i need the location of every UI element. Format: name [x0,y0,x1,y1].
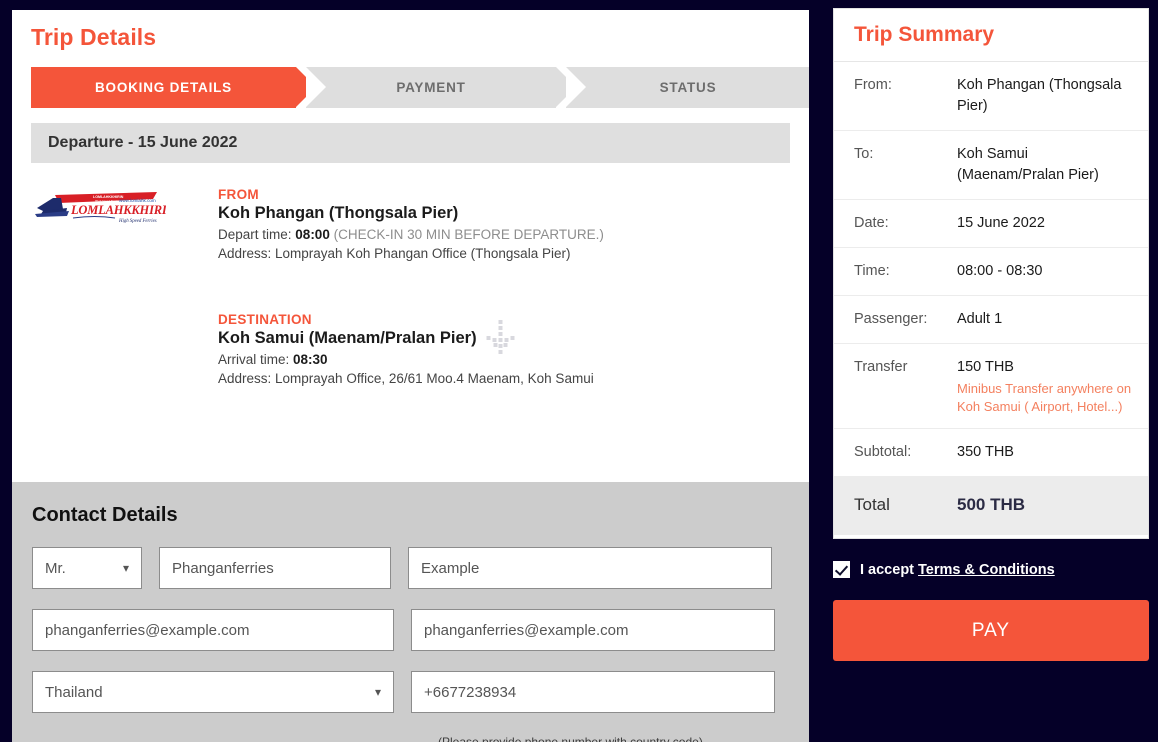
summary-value-subtotal: 350 THB [957,444,1014,461]
operator-logo: LOMLAHKKHIRIN LOMLAHKKHIRIN High Speed F… [33,187,218,261]
summary-row-from: From: Koh Phangan (Thongsala Pier) [834,62,1148,132]
trip-leg-destination: DESTINATION Koh Samui (Maenam/Pralan Pie… [33,312,790,386]
form-row-name: Mr. ▾ Phanganferries Example [32,547,789,589]
title-select[interactable]: Mr. ▾ [32,547,142,589]
destination-logo-placeholder [33,312,218,386]
step-booking-details-label: BOOKING DETAILS [94,80,232,95]
trip-leg-from: LOMLAHKKHIRIN LOMLAHKKHIRIN High Speed F… [33,187,790,261]
country-select[interactable]: Thailand ▾ [32,671,394,713]
email-confirm-value: phanganferries@example.com [424,621,629,639]
contact-details-section: Contact Details Mr. ▾ Phanganferries Exa… [12,482,809,742]
phone-value: +6677238934 [424,683,517,701]
accept-terms-checkbox[interactable] [833,561,850,578]
summary-row-transfer: Transfer 150 THB Minibus Transfer anywhe… [834,344,1148,430]
trip-summary-card: Trip Summary From: Koh Phangan (Thongsal… [833,8,1149,539]
form-row-email: phanganferries@example.com phanganferrie… [32,609,789,651]
first-name-input[interactable]: Phanganferries [159,547,391,589]
form-row-country-phone: Thailand ▾ +6677238934 [32,671,789,713]
phone-helper-text: (Please provide phone number with countr… [438,735,703,742]
summary-label-time: Time: [854,263,890,280]
accept-terms-text: I accept [860,561,914,578]
summary-value-date: 15 June 2022 [957,215,1045,232]
chevron-down-icon: ▾ [374,685,381,699]
summary-value-total: 500 THB [957,495,1026,515]
step-status-label: STATUS [659,80,717,95]
leg-time-value-from: 08:00 [295,227,330,242]
svg-text:High Speed Ferries: High Speed Ferries [94,199,121,203]
summary-row-subtotal: Subtotal: 350 THB [834,429,1148,478]
email-input[interactable]: phanganferries@example.com [32,609,394,651]
summary-value-passenger: Adult 1 [957,311,1003,328]
summary-label-passenger: Passenger: [854,311,928,328]
step-payment[interactable]: PAYMENT [306,67,576,108]
country-select-value: Thailand [45,683,103,701]
trip-summary-title: Trip Summary [854,23,995,46]
leg-time-label-destination: Arrival time: [218,352,290,367]
summary-row-to: To: Koh Samui (Maenam/Pralan Pier) [834,131,1148,201]
trip-details-card: Trip Details BOOKING DETAILS PAYMENT STA… [12,10,809,742]
leg-time-note-from: (CHECK-IN 30 MIN BEFORE DEPARTURE.) [333,227,604,242]
chevron-notch-icon [566,67,586,107]
pay-button[interactable]: PAY [833,600,1149,661]
summary-row-passenger: Passenger: Adult 1 [834,296,1148,345]
step-payment-label: PAYMENT [396,80,466,95]
last-name-input[interactable]: Example [408,547,772,589]
summary-value-to: Koh Samui (Maenam/Pralan Pier) [957,146,1099,184]
step-status[interactable]: STATUS [566,67,809,108]
departure-bar: Departure - 15 June 2022 [31,123,790,163]
first-name-value: Phanganferries [172,559,274,577]
page-title: Trip Details [31,24,157,50]
contact-details-title: Contact Details [32,504,178,526]
email-value: phanganferries@example.com [45,621,250,639]
summary-label-total: Total [854,495,890,515]
progress-steps: BOOKING DETAILS PAYMENT STATUS [31,67,809,108]
summary-value-from: Koh Phangan (Thongsala Pier) [957,77,1122,115]
departure-bar-label: Departure - 15 June 2022 [48,134,238,151]
leg-time-from: Depart time: 08:00 (CHECK-IN 30 MIN BEFO… [218,227,790,242]
step-booking-details[interactable]: BOOKING DETAILS [31,67,316,108]
checkout-page: Trip Details BOOKING DETAILS PAYMENT STA… [0,0,1158,742]
summary-label-to: To: [854,146,874,163]
leg-time-value-destination: 08:30 [293,352,328,367]
summary-value-time: 08:00 - 08:30 [957,263,1043,280]
summary-row-date: Date: 15 June 2022 [834,200,1148,249]
summary-label-date: Date: [854,215,889,232]
summary-row-time: Time: 08:00 - 08:30 [834,248,1148,297]
svg-text:High Speed Ferries: High Speed Ferries [118,219,157,224]
summary-transfer-note: Minibus Transfer anywhere on Koh Samui (… [957,381,1132,414]
lomlahkkhirin-logo-icon: LOMLAHKKHIRIN LOMLAHKKHIRIN High Speed F… [33,189,177,225]
last-name-value: Example [421,559,480,577]
trip-legs: LOMLAHKKHIRIN LOMLAHKKHIRIN High Speed F… [31,187,790,386]
leg-kicker-from: FROM [218,187,259,202]
terms-and-conditions-link[interactable]: Terms & Conditions [918,562,1055,578]
phone-input[interactable]: +6677238934 [411,671,775,713]
chevron-down-icon: ▾ [122,561,129,575]
summary-transfer-price: 150 THB [957,359,1014,376]
leg-time-label-from: Depart time: [218,227,292,242]
summary-label-transfer: Transfer [854,359,908,376]
svg-text:LOMLAHKKHIRIN: LOMLAHKKHIRIN [70,203,166,217]
contact-form: Mr. ▾ Phanganferries Example phanganferr… [32,547,789,713]
summary-label-subtotal: Subtotal: [854,444,912,461]
leg-place-from: Koh Phangan (Thongsala Pier) [218,204,459,222]
leg-address-from: Address: Lomprayah Koh Phangan Office (T… [218,246,571,261]
accept-terms-label: I accept Terms & Conditions [860,562,1055,578]
email-confirm-input[interactable]: phanganferries@example.com [411,609,775,651]
summary-value-transfer: 150 THB Minibus Transfer anywhere on Koh… [957,357,1134,415]
chevron-notch-icon [306,67,326,107]
leg-address-destination: Address: Lomprayah Office, 26/61 Moo.4 M… [218,371,594,386]
arrow-down-icon [486,320,516,356]
trip-summary-header: Trip Summary [834,9,1148,62]
svg-text:www.lomlahk.com: www.lomlahk.com [119,198,156,203]
summary-label-from: From: [854,77,892,93]
terms-accept-row: I accept Terms & Conditions [833,561,1055,578]
title-select-value: Mr. [45,559,66,577]
summary-row-total: Total 500 THB [834,477,1148,535]
